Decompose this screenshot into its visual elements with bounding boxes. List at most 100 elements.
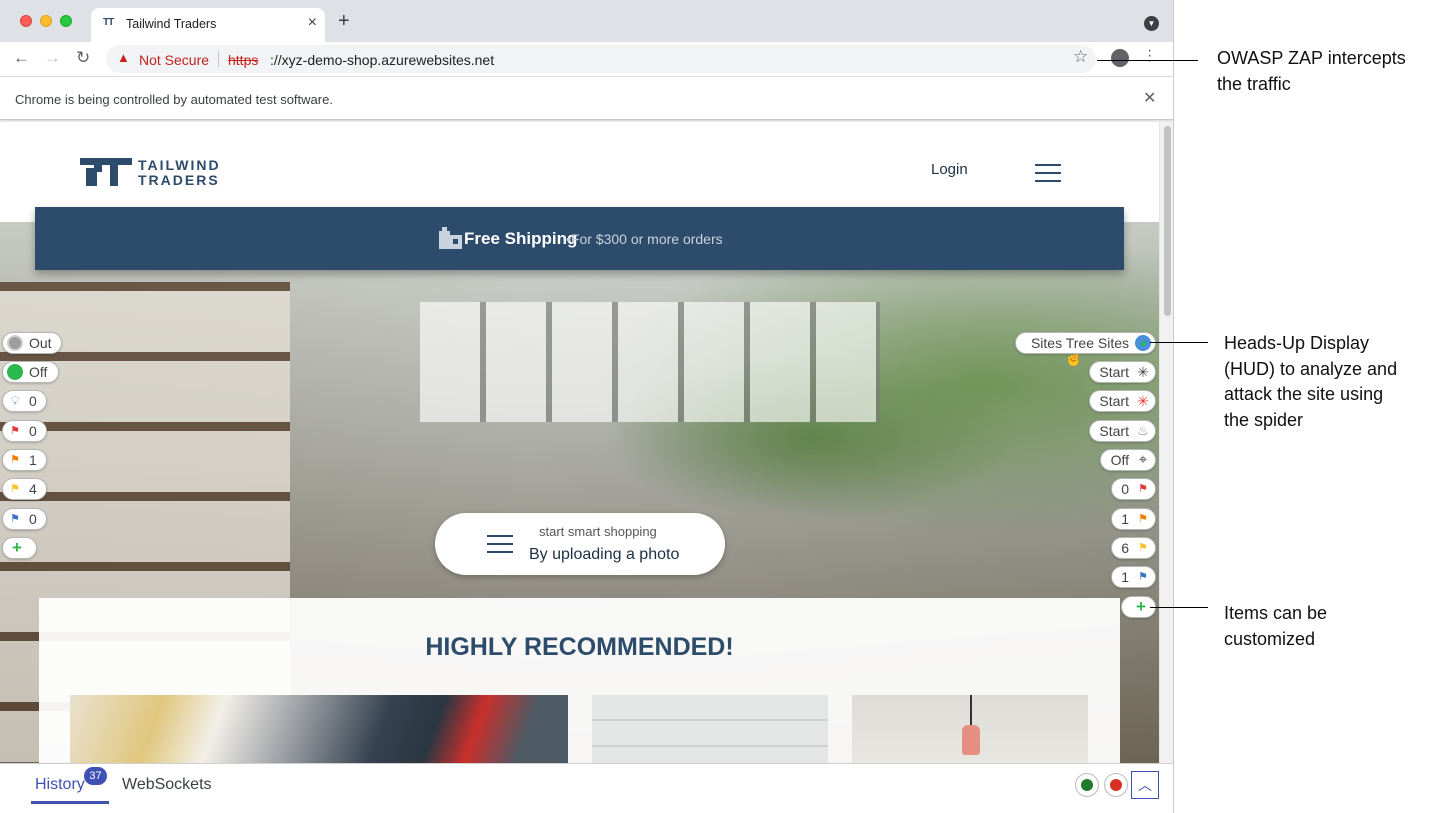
hud-site-medium-alerts-button[interactable]: 1 ⚑: [1111, 508, 1156, 530]
page-scrollbar[interactable]: [1159, 122, 1173, 763]
tab-websockets[interactable]: WebSockets: [122, 776, 212, 794]
hud-ajax-spider-label: Start: [1099, 393, 1129, 409]
blue-flag-icon: ⚑: [10, 513, 20, 525]
hud-active-scan-button[interactable]: Start ♨: [1089, 420, 1156, 442]
hud-sites-tree-button[interactable]: Sites Tree Sites ◕: [1015, 332, 1156, 354]
lightbulb-icon: 💡︎: [10, 393, 20, 408]
product-card-drill[interactable]: [70, 695, 568, 763]
target-icon: [7, 335, 23, 351]
shipping-box-icon: [439, 227, 462, 249]
hud-high-alerts-button[interactable]: ⚑ 0: [2, 420, 47, 442]
hud-spider-button[interactable]: Start ✳: [1089, 361, 1156, 383]
automation-infobar: Chrome is being controlled by automated …: [0, 76, 1173, 120]
forward-arrow-icon[interactable]: →: [44, 48, 61, 68]
minimize-window-button[interactable]: [40, 15, 52, 27]
tab-history[interactable]: History: [35, 776, 85, 794]
recommended-title: HIGHLY RECOMMENDED!: [425, 633, 734, 661]
lamp-cord: [970, 695, 972, 725]
url-scheme: https: [228, 52, 259, 68]
upload-menu-icon: [487, 535, 513, 553]
hud-bottom-drawer: History 37 WebSockets ︿: [0, 763, 1173, 805]
globe-icon: ◕: [1135, 335, 1151, 351]
hud-high-count: 0: [29, 423, 37, 439]
history-tab-underline: [31, 801, 109, 804]
browser-tab[interactable]: TT Tailwind Traders ×: [91, 8, 325, 42]
logo-text-line1: TAILWIND: [138, 157, 221, 173]
annotation-pointer-1: [1097, 60, 1198, 61]
reload-icon[interactable]: ↻: [76, 48, 90, 68]
hud-break-button[interactable]: Off: [2, 361, 59, 383]
scrollbar-thumb[interactable]: [1164, 126, 1171, 316]
orange-flag-icon: ⚑: [10, 454, 20, 466]
site-menu-icon[interactable]: [1035, 164, 1061, 182]
hud-informational-alerts-button[interactable]: ⚑ 0: [2, 508, 47, 530]
address-bar[interactable]: ▲ Not Secure https ://xyz-demo-shop.azur…: [106, 45, 1096, 73]
annotation-hud-line1: Heads-Up Display: [1224, 333, 1370, 353]
alert-bug-icon: [1110, 779, 1122, 791]
hud-status-button[interactable]: [1075, 773, 1099, 797]
annotation-customize-line1: Items can be: [1224, 603, 1328, 623]
hud-info-alerts-button[interactable]: 💡︎ 0: [2, 390, 47, 412]
hud-active-scan-label: Start: [1099, 423, 1129, 439]
close-window-button[interactable]: [20, 15, 32, 27]
not-secure-label[interactable]: Not Secure: [139, 52, 209, 68]
hud-info-count: 0: [29, 393, 37, 409]
back-arrow-icon[interactable]: ←: [13, 48, 30, 68]
status-dot-icon: [1081, 779, 1093, 791]
warning-triangle-icon: ▲: [117, 50, 130, 65]
hud-low-alerts-button[interactable]: ⚑ 4: [2, 478, 47, 500]
plus-icon: +: [1136, 597, 1146, 616]
hud-alerts-summary-button[interactable]: [1104, 773, 1128, 797]
hud-medium-alerts-button[interactable]: ⚑ 1: [2, 449, 47, 471]
orange-flag-icon: ⚑: [1138, 513, 1148, 525]
hud-sites-label: Sites Tree Sites: [1030, 335, 1129, 351]
profile-avatar-icon[interactable]: [1111, 49, 1129, 67]
tab-close-icon[interactable]: ×: [308, 14, 317, 32]
url-text: ://xyz-demo-shop.azurewebsites.net: [270, 52, 495, 68]
infobar-close-icon[interactable]: ✕: [1143, 88, 1156, 108]
hud-add-tool-left-button[interactable]: +: [2, 537, 37, 559]
hud-site-high-count: 0: [1121, 481, 1129, 497]
tab-bar: TT Tailwind Traders × + ▼: [0, 0, 1173, 42]
product-card-lamp[interactable]: [852, 695, 1088, 763]
bookmark-star-icon[interactable]: ☆: [1073, 47, 1088, 67]
crosshair-icon: ⌖: [1138, 451, 1148, 468]
hud-ajax-spider-button[interactable]: Start ✳: [1089, 390, 1156, 412]
window-bottom-edge: [0, 805, 1173, 813]
yellow-flag-icon: ⚑: [10, 483, 20, 495]
history-count-badge: 37: [84, 767, 107, 785]
hud-site-medium-count: 1: [1121, 511, 1129, 527]
annotation-hud: Heads-Up Display (HUD) to analyze and at…: [1224, 331, 1397, 433]
annotation-customize-line2: customized: [1224, 628, 1316, 649]
flame-icon: ♨: [1137, 423, 1149, 438]
new-tab-button[interactable]: +: [338, 10, 350, 33]
maximize-window-button[interactable]: [60, 15, 72, 27]
hud-scope-button[interactable]: Out: [2, 332, 62, 354]
green-circle-icon: [7, 364, 23, 380]
hud-informational-count: 0: [29, 511, 37, 527]
free-shipping-subtitle: •For $300 or more orders: [566, 231, 723, 247]
infobar-text: Chrome is being controlled by automated …: [15, 92, 333, 107]
red-flag-icon: ⚑: [10, 425, 20, 437]
hud-attack-mode-button[interactable]: Off ⌖: [1100, 449, 1156, 471]
hud-site-low-alerts-button[interactable]: 6 ⚑: [1111, 537, 1156, 559]
annotation-pointer-3: [1150, 607, 1208, 608]
product-card-faucet[interactable]: [592, 695, 828, 763]
hud-site-informational-alerts-button[interactable]: 1 ⚑: [1111, 566, 1156, 588]
yellow-flag-icon: ⚑: [1138, 542, 1148, 554]
free-shipping-title: Free Shipping: [464, 229, 578, 248]
tailwind-favicon-icon: TT: [103, 17, 114, 28]
expand-drawer-chevron-icon[interactable]: ︿: [1131, 771, 1159, 799]
blue-flag-icon: ⚑: [1138, 571, 1148, 583]
tab-search-icon[interactable]: ▼: [1144, 16, 1159, 31]
annotation-customize: Items can be customized: [1224, 601, 1327, 652]
login-link[interactable]: Login: [931, 161, 968, 178]
hud-spider-label: Start: [1099, 364, 1129, 380]
hud-site-high-alerts-button[interactable]: 0 ⚑: [1111, 478, 1156, 500]
upload-photo-button[interactable]: start smart shopping By uploading a phot…: [435, 513, 725, 575]
hud-site-low-count: 6: [1121, 540, 1129, 556]
annotation-zap-line1: OWASP ZAP intercepts: [1217, 48, 1406, 68]
plus-icon: +: [12, 538, 22, 557]
address-separator: [218, 51, 219, 67]
tailwind-logo-icon[interactable]: [80, 158, 132, 186]
